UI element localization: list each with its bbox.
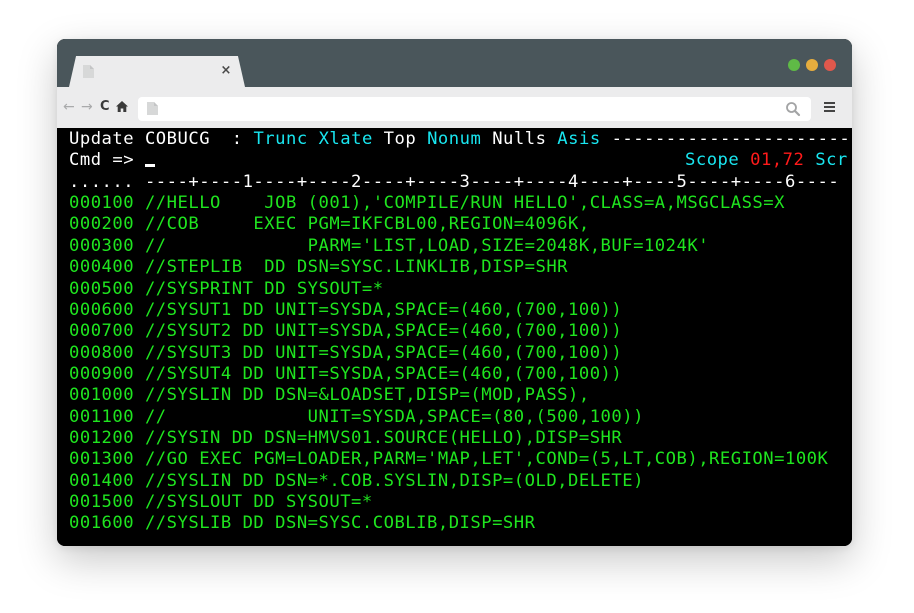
menu-icon[interactable] <box>824 102 835 113</box>
source-line[interactable]: 000900 //SYSUT4 DD UNIT=SYSDA,SPACE=(460… <box>69 364 622 385</box>
line-number[interactable]: 001400 <box>69 471 134 491</box>
ispf-editor-screen: Update COBUCG : Trunc Xlate Top Nonum Nu… <box>57 128 852 546</box>
line-text[interactable]: //SYSLIN DD DSN=&LOADSET,DISP=(MOD,PASS)… <box>145 385 590 405</box>
member-name: COBUCG <box>144 129 211 149</box>
source-line[interactable]: 001200 //SYSIN DD DSN=HMVS01.SOURCE(HELL… <box>69 428 622 449</box>
line-number[interactable]: 000900 <box>69 364 134 384</box>
line-text[interactable]: //SYSIN DD DSN=HMVS01.SOURCE(HELLO),DISP… <box>145 428 622 448</box>
option-top: Top <box>383 129 417 149</box>
scroll-label: Scr <box>815 150 848 171</box>
line-text[interactable]: //SYSLIN DD DSN=*.COB.SYSLIN,DISP=(OLD,D… <box>145 471 644 491</box>
source-line[interactable]: 000800 //SYSUT3 DD UNIT=SYSDA,SPACE=(460… <box>69 343 622 364</box>
line-number[interactable]: 000300 <box>69 236 134 256</box>
line-number[interactable]: 001000 <box>69 385 134 405</box>
command-input[interactable] <box>154 150 655 171</box>
source-line[interactable]: 000300 // PARM='LIST,LOAD,SIZE=2048K,BUF… <box>69 236 709 257</box>
option-asis: Asis <box>557 129 601 149</box>
line-text[interactable]: //GO EXEC PGM=LOADER,PARM='MAP,LET',COND… <box>145 449 828 469</box>
command-line: Cmd => Scope 01,72 Scr <box>69 150 847 171</box>
browser-window: × ← → C Update COBUCG: Trunc Xlate Top … <box>57 39 852 546</box>
tab-close-button[interactable]: × <box>218 63 234 79</box>
browser-tab[interactable]: × <box>69 56 245 87</box>
line-text[interactable]: //HELLO JOB (001),'COMPILE/RUN HELLO',CL… <box>145 193 785 213</box>
command-prompt: Cmd => <box>69 150 135 171</box>
text-cursor <box>144 164 155 168</box>
line-text[interactable]: // UNIT=SYSDA,SPACE=(80,(500,100)) <box>145 407 644 427</box>
line-text[interactable]: //SYSUT1 DD UNIT=SYSDA,SPACE=(460,(700,1… <box>145 300 622 320</box>
reload-icon: C <box>100 99 110 114</box>
window-close-button[interactable] <box>824 59 836 71</box>
line-number[interactable]: 001200 <box>69 428 134 448</box>
scope-label: Scope <box>685 150 740 171</box>
header-separator: : <box>210 129 243 149</box>
source-line[interactable]: 000200 //COB EXEC PGM=IKFCBL00,REGION=40… <box>69 214 590 235</box>
source-line[interactable]: 001600 //SYSLIB DD DSN=SYSC.COBLIB,DISP=… <box>69 513 535 534</box>
window-minimize-button[interactable] <box>788 59 800 71</box>
line-text[interactable]: //SYSPRINT DD SYSOUT=* <box>145 279 384 299</box>
browser-toolbar: ← → C <box>57 87 852 128</box>
line-number[interactable]: 000700 <box>69 321 134 341</box>
window-maximize-button[interactable] <box>806 59 818 71</box>
url-input[interactable] <box>166 99 770 121</box>
line-number[interactable]: 000800 <box>69 343 134 363</box>
line-text[interactable]: //SYSUT4 DD UNIT=SYSDA,SPACE=(460,(700,1… <box>145 364 622 384</box>
address-bar[interactable] <box>138 97 811 121</box>
source-line[interactable]: 001500 //SYSLOUT DD SYSOUT=* <box>69 492 373 513</box>
option-nonum: Nonum <box>427 129 482 149</box>
line-number[interactable]: 001600 <box>69 513 134 533</box>
line-number[interactable]: 001500 <box>69 492 134 512</box>
source-line[interactable]: 001400 //SYSLIN DD DSN=*.COB.SYSLIN,DISP… <box>69 471 644 492</box>
line-number[interactable]: 000500 <box>69 279 134 299</box>
ruler-scale: ----+----1----+----2----+----3----+----4… <box>144 171 840 192</box>
source-line[interactable]: 000100 //HELLO JOB (001),'COMPILE/RUN HE… <box>69 193 785 214</box>
scope-value: 01,72 <box>750 150 805 171</box>
option-nulls: Nulls <box>492 129 547 149</box>
line-text[interactable]: //COB EXEC PGM=IKFCBL00,REGION=4096K, <box>145 214 590 234</box>
column-ruler: ...... ----+----1----+----2----+----3---… <box>69 172 839 193</box>
reload-button[interactable]: C <box>100 99 110 115</box>
source-line[interactable]: 000400 //STEPLIB DD DSN=SYSC.LINKLIB,DIS… <box>69 257 568 278</box>
title-bar: × <box>57 39 852 87</box>
line-text[interactable]: //SYSUT2 DD UNIT=SYSDA,SPACE=(460,(700,1… <box>145 321 622 341</box>
option-xlate: Xlate <box>318 129 373 149</box>
close-icon: × <box>220 63 232 78</box>
line-number[interactable]: 000600 <box>69 300 134 320</box>
source-line[interactable]: 000700 //SYSUT2 DD UNIT=SYSDA,SPACE=(460… <box>69 321 622 342</box>
source-line[interactable]: 000500 //SYSPRINT DD SYSOUT=* <box>69 279 384 300</box>
line-text[interactable]: //SYSUT3 DD UNIT=SYSDA,SPACE=(460,(700,1… <box>145 343 622 363</box>
page-icon <box>147 102 158 115</box>
source-line[interactable]: 001000 //SYSLIN DD DSN=&LOADSET,DISP=(MO… <box>69 385 590 406</box>
source-line[interactable]: 000600 //SYSUT1 DD UNIT=SYSDA,SPACE=(460… <box>69 300 622 321</box>
source-line[interactable]: 001100 // UNIT=SYSDA,SPACE=(80,(500,100)… <box>69 407 644 428</box>
arrow-right-icon: → <box>81 99 93 115</box>
edit-mode: Update <box>69 129 135 149</box>
line-text[interactable]: //SYSLIB DD DSN=SYSC.COBLIB,DISP=SHR <box>145 513 536 533</box>
line-text[interactable]: //STEPLIB DD DSN=SYSC.LINKLIB,DISP=SHR <box>145 257 568 277</box>
line-number[interactable]: 001300 <box>69 449 134 469</box>
line-number[interactable]: 000200 <box>69 214 134 234</box>
line-text[interactable]: // PARM='LIST,LOAD,SIZE=2048K,BUF=1024K' <box>145 236 709 256</box>
line-number[interactable]: 001100 <box>69 407 134 427</box>
home-button[interactable] <box>116 99 128 115</box>
line-number[interactable]: 000400 <box>69 257 134 277</box>
line-number[interactable]: 000100 <box>69 193 134 213</box>
header-dashes: ---------------------- <box>611 129 851 149</box>
forward-button[interactable]: → <box>81 99 93 115</box>
search-icon[interactable] <box>785 101 801 117</box>
arrow-left-icon: ← <box>63 99 75 115</box>
file-icon <box>83 65 94 78</box>
source-line[interactable]: 001300 //GO EXEC PGM=LOADER,PARM='MAP,LE… <box>69 449 828 470</box>
editor-header-line: Update COBUCG : Trunc Xlate Top Nonum Nu… <box>69 129 850 150</box>
back-button[interactable]: ← <box>63 99 75 115</box>
ruler-prefix: ...... <box>69 171 135 192</box>
line-text[interactable]: //SYSLOUT DD SYSOUT=* <box>145 492 373 512</box>
option-trunc: Trunc <box>253 129 308 149</box>
home-icon <box>116 101 128 112</box>
